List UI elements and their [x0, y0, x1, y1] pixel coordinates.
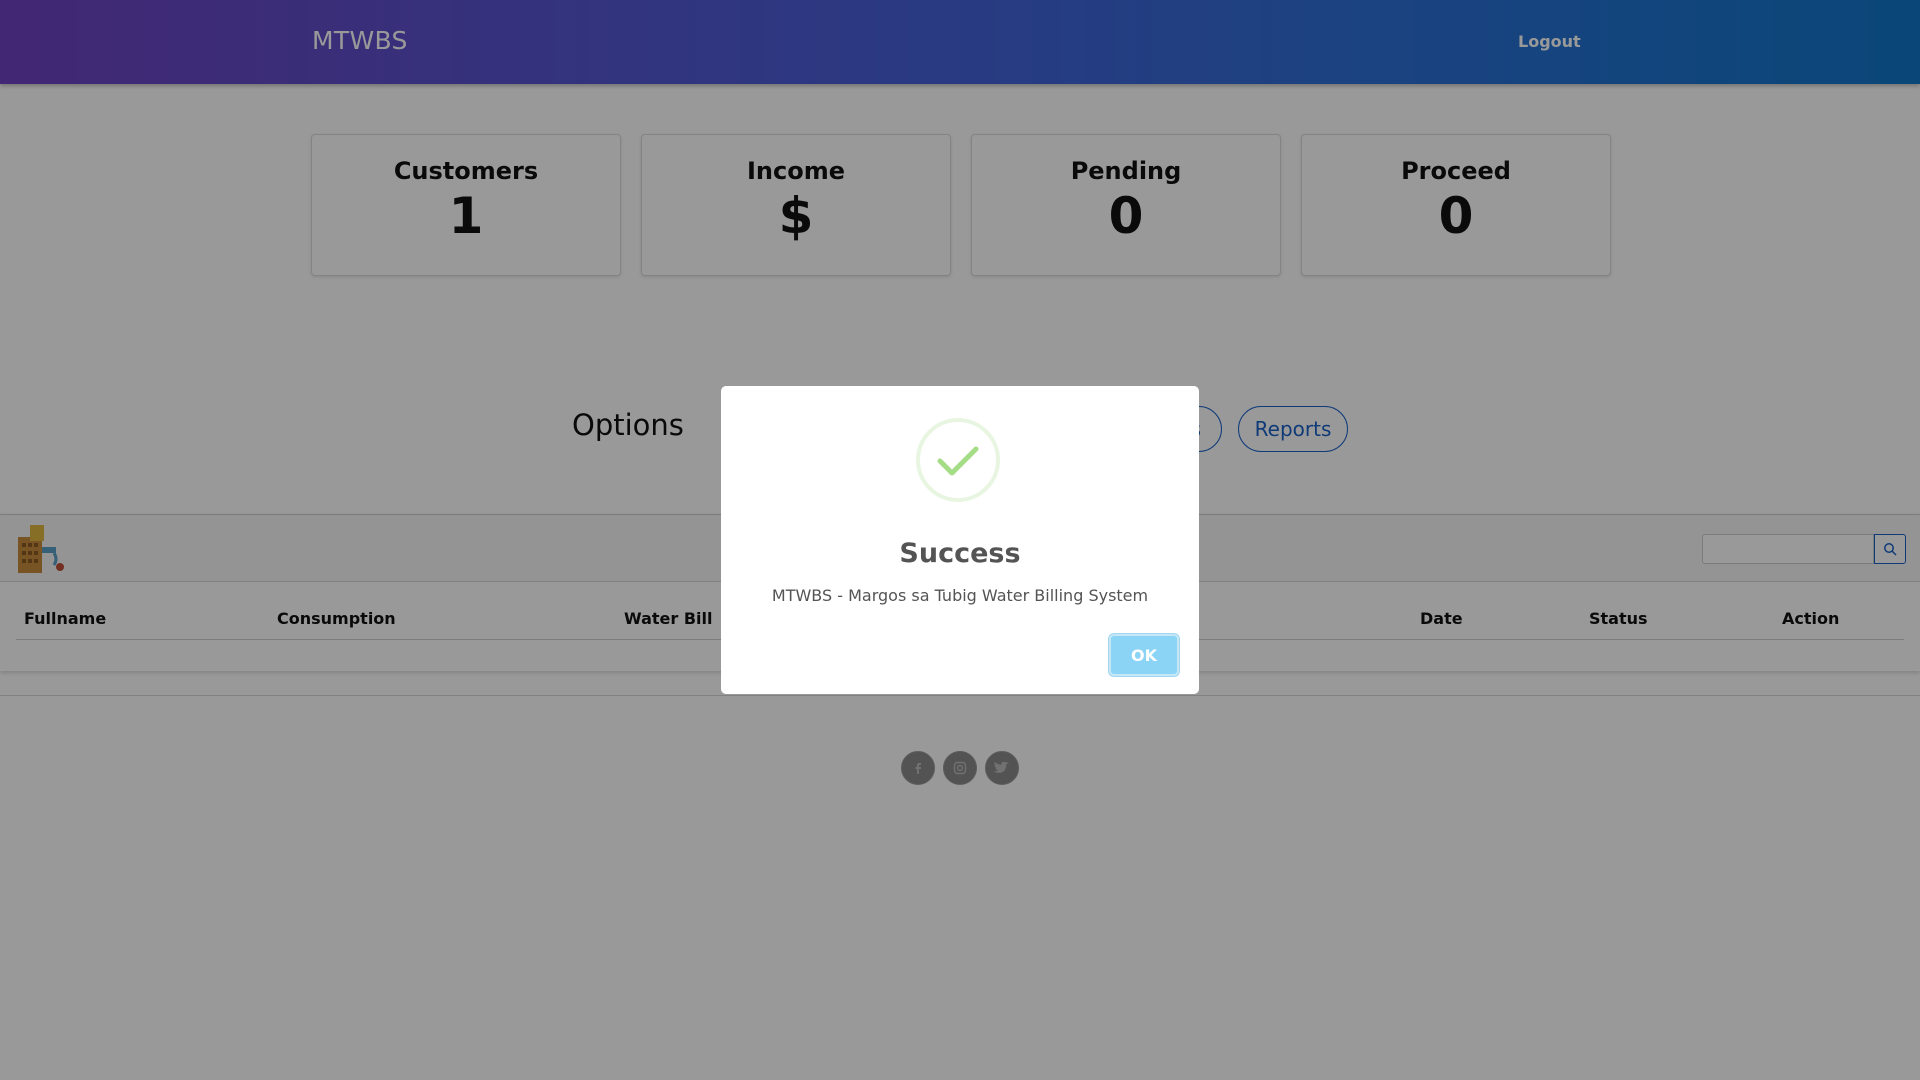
- check-icon: [937, 446, 979, 476]
- dialog-title: Success: [899, 538, 1021, 569]
- success-dialog: Success MTWBS - Margos sa Tubig Water Bi…: [721, 386, 1199, 694]
- ok-button[interactable]: OK: [1109, 634, 1179, 676]
- dialog-message: MTWBS - Margos sa Tubig Water Billing Sy…: [771, 586, 1149, 605]
- success-icon-ring: [916, 418, 1000, 502]
